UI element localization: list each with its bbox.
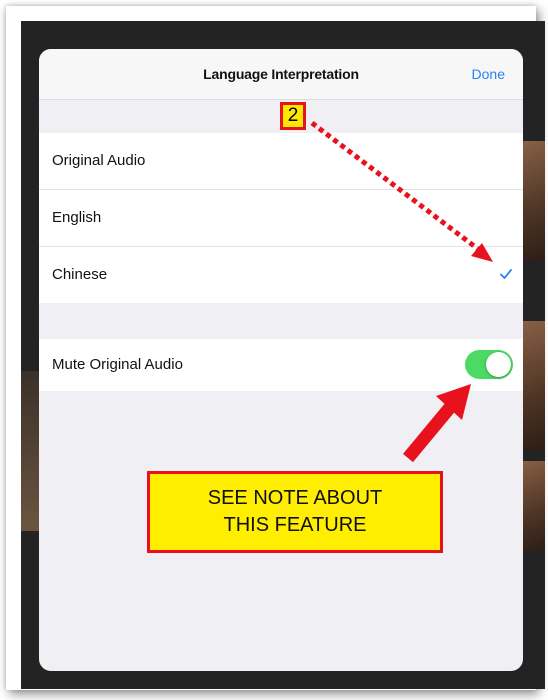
dotted-arrow-head (471, 243, 493, 262)
step-number-badge: 2 (280, 102, 306, 130)
note-line: THIS FEATURE (223, 514, 367, 536)
annotation-overlay (310, 121, 493, 463)
note-line: SEE NOTE ABOUT (207, 487, 383, 509)
arrow-to-toggle (402, 384, 471, 463)
feature-note-callout: SEE NOTE ABOUT THIS FEATURE (147, 471, 443, 553)
dotted-arrow-to-checkmark (310, 121, 484, 254)
